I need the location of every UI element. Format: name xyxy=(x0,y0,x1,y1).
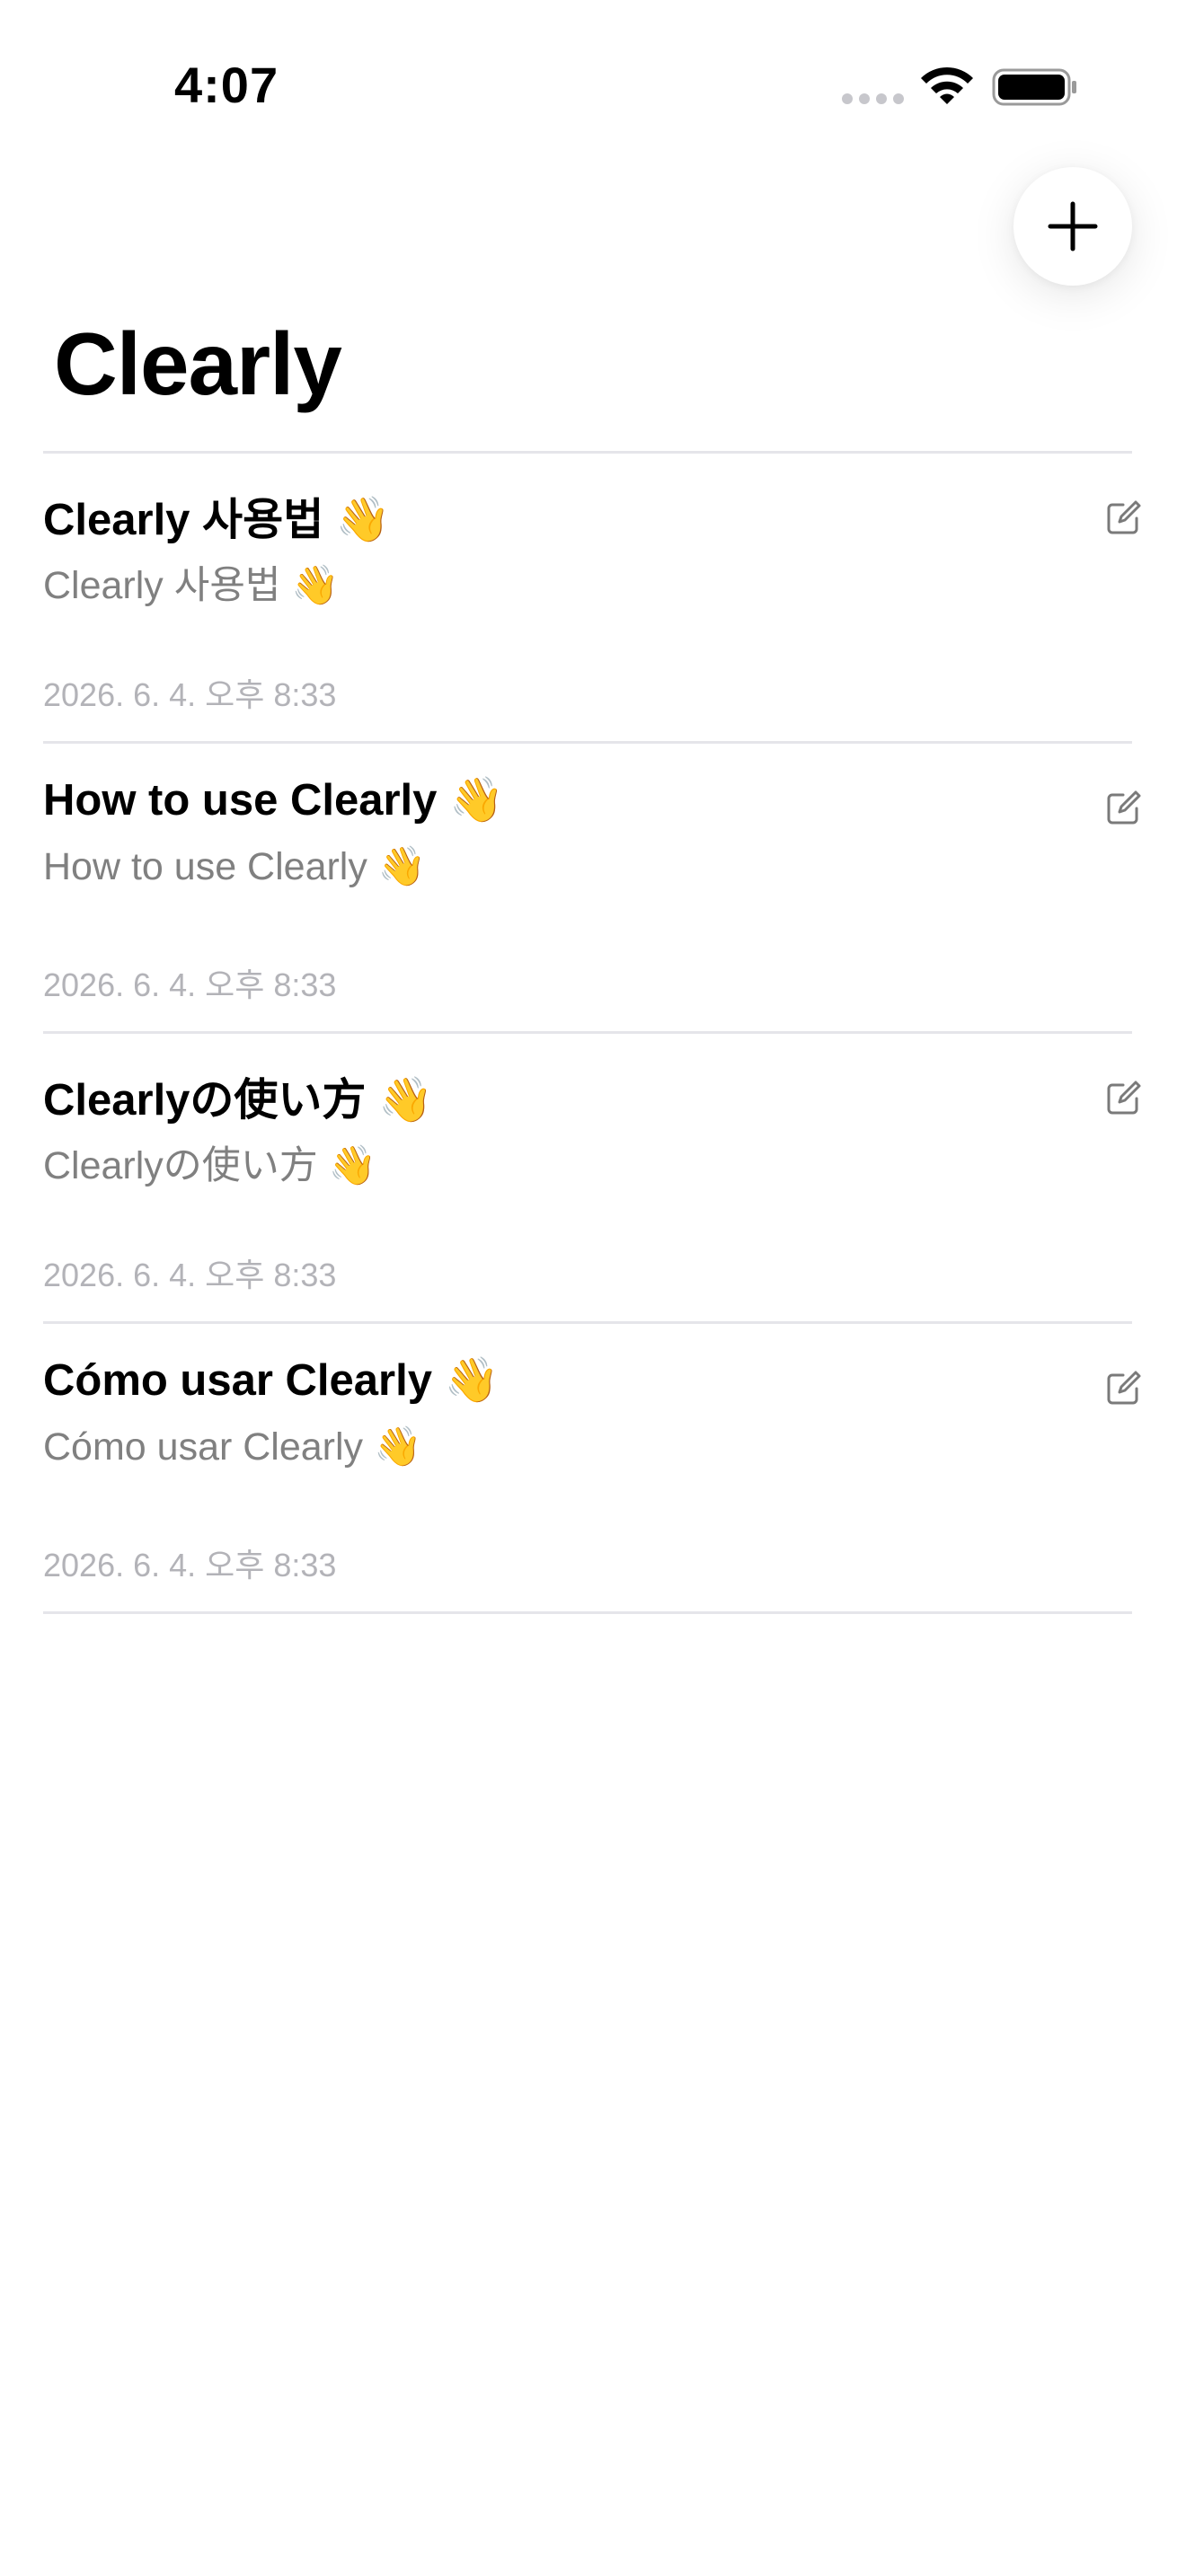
status-time: 4:07 xyxy=(174,57,279,113)
note-preview: How to use Clearly 👋 xyxy=(43,845,427,888)
note-list-item[interactable]: How to use Clearly 👋 How to use Clearly … xyxy=(43,744,1141,1034)
note-list-item[interactable]: Clearlyの使い方 👋 Clearlyの使い方 👋 2026. 6. 4. … xyxy=(43,1034,1141,1324)
edit-icon[interactable] xyxy=(1105,498,1143,536)
note-date: 2026. 6. 4. 오후 8:33 xyxy=(43,966,337,1003)
note-title: Cómo usar Clearly 👋 xyxy=(43,1356,500,1405)
note-list-item[interactable]: Cómo usar Clearly 👋 Cómo usar Clearly 👋 … xyxy=(43,1324,1141,1614)
note-date: 2026. 6. 4. 오후 8:33 xyxy=(43,676,337,713)
note-date: 2026. 6. 4. 오후 8:33 xyxy=(43,1257,337,1293)
note-preview: Cómo usar Clearly 👋 xyxy=(43,1425,422,1469)
note-date: 2026. 6. 4. 오후 8:33 xyxy=(43,1547,337,1584)
note-title: Clearly 사용법 👋 xyxy=(43,496,391,544)
add-note-button[interactable] xyxy=(1013,167,1132,286)
note-title: How to use Clearly 👋 xyxy=(43,776,505,825)
cellular-dots-icon xyxy=(842,93,904,104)
wifi-icon xyxy=(918,66,976,108)
edit-icon[interactable] xyxy=(1105,789,1143,826)
note-title: Clearlyの使い方 👋 xyxy=(43,1076,434,1125)
plus-icon xyxy=(1048,201,1098,251)
page-title: Clearly xyxy=(54,314,342,413)
note-preview: Clearly 사용법 👋 xyxy=(43,564,340,607)
status-bar: 4:07 xyxy=(0,0,1186,171)
note-preview: Clearlyの使い方 👋 xyxy=(43,1144,377,1187)
battery-full-icon xyxy=(992,66,1078,108)
edit-icon[interactable] xyxy=(1105,1079,1143,1116)
note-list-item[interactable]: Clearly 사용법 👋 Clearly 사용법 👋 2026. 6. 4. … xyxy=(43,454,1141,744)
note-list: Clearly 사용법 👋 Clearly 사용법 👋 2026. 6. 4. … xyxy=(43,451,1141,1614)
edit-icon[interactable] xyxy=(1105,1369,1143,1407)
